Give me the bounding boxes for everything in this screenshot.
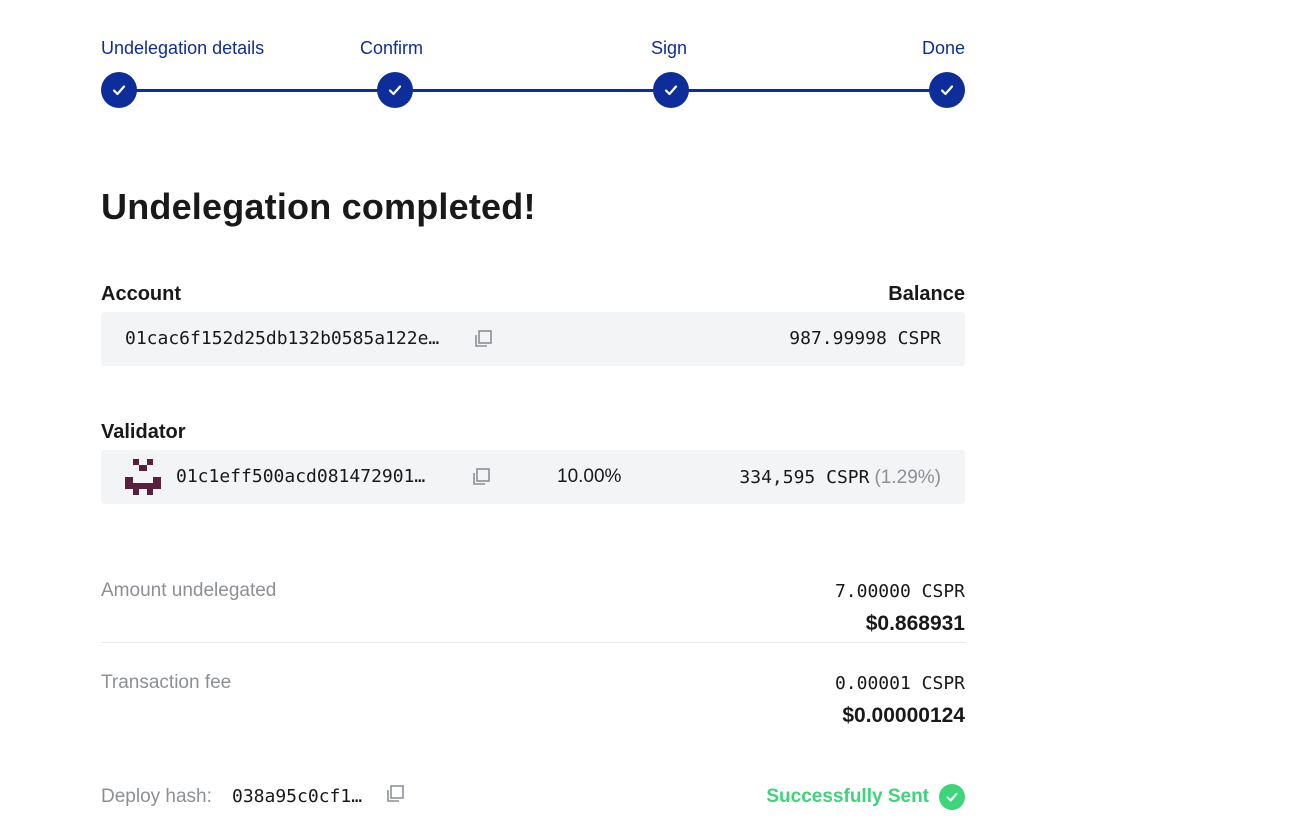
step-dot-details xyxy=(101,72,137,108)
step-label-details: Undelegation details xyxy=(101,38,265,58)
account-panel: 01cac6f152d25db132b0585a122e… 987.99998 … xyxy=(101,312,965,366)
identicon-avatar xyxy=(125,459,161,495)
check-icon xyxy=(940,85,954,96)
copy-icon[interactable] xyxy=(470,466,492,488)
undelegation-result: Undelegation details Confirm Sign Done U… xyxy=(101,0,965,839)
amount-cspr: 7.00000 CSPR xyxy=(834,581,965,602)
check-icon xyxy=(664,85,678,96)
validator-stake-group: 334,595 CSPR (1.29%) xyxy=(739,466,941,489)
account-public-key: 01cac6f152d25db132b0585a122e… xyxy=(125,328,440,349)
validator-commission: 10.00% xyxy=(557,466,622,487)
fee-label: Transaction fee xyxy=(101,672,232,693)
step-dot-done xyxy=(929,72,965,108)
balance-label: Balance xyxy=(888,283,965,305)
copy-icon[interactable] xyxy=(384,783,406,805)
deploy-hash-value: 038a95c0cf1… xyxy=(232,786,363,807)
account-label: Account xyxy=(101,283,181,305)
deploy-status: Successfully Sent xyxy=(766,784,965,810)
step-dot-confirm xyxy=(377,72,413,108)
validator-panel: 01c1eff500acd081472901… 10.00% 334,595 C… xyxy=(101,450,965,504)
account-balance: 987.99998 CSPR xyxy=(789,328,941,349)
page-title: Undelegation completed! xyxy=(101,186,536,227)
step-label-confirm: Confirm xyxy=(360,38,424,58)
amount-label: Amount undelegated xyxy=(101,580,277,601)
fee-usd: $0.00000124 xyxy=(842,704,965,727)
deploy-status-text: Successfully Sent xyxy=(766,786,929,807)
copy-icon[interactable] xyxy=(472,328,494,350)
divider xyxy=(101,642,965,643)
step-label-done: Done xyxy=(921,38,965,58)
fee-cspr: 0.00001 CSPR xyxy=(834,673,965,694)
step-dot-sign xyxy=(653,72,689,108)
validator-public-key: 01c1eff500acd081472901… xyxy=(176,466,426,487)
check-icon xyxy=(388,85,402,96)
validator-stake-share: (1.29%) xyxy=(874,467,941,488)
check-circle-icon xyxy=(939,784,965,810)
amount-usd: $0.868931 xyxy=(865,612,965,635)
deploy-hash-label: Deploy hash: xyxy=(101,786,212,807)
stepper-progress-line xyxy=(119,89,947,92)
step-label-sign: Sign xyxy=(651,38,688,58)
validator-stake: 334,595 CSPR xyxy=(739,467,870,488)
validator-label: Validator xyxy=(101,421,186,443)
check-icon xyxy=(112,85,126,96)
